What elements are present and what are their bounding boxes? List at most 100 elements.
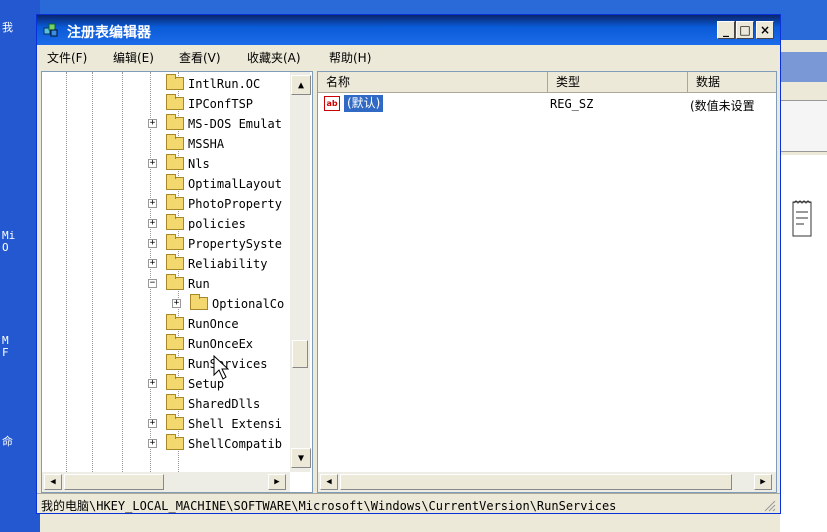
tree-item[interactable]: + PhotoProperty — [42, 194, 302, 214]
expand-icon[interactable]: + — [172, 299, 181, 308]
tree-item[interactable]: RunOnce — [42, 314, 302, 334]
tree-item[interactable]: RunServices — [42, 354, 302, 374]
desktop-icon-strip: 我 Mi O M F 命 — [0, 0, 40, 532]
expand-icon[interactable]: + — [148, 199, 157, 208]
tree-horizontal-scrollbar[interactable]: ◀ ▶ — [42, 472, 290, 492]
value-data: (数值未设置 — [690, 99, 755, 113]
folder-icon — [190, 294, 208, 310]
folder-icon — [166, 334, 184, 350]
registry-editor-window: 注册表编辑器 _ □ × 文件(F) 编辑(E) 查看(V) 收藏夹(A) 帮助… — [36, 14, 781, 514]
tree-item-label: Run — [188, 277, 210, 291]
key-tree-pane[interactable]: IntlRun.OC IPConfTSP + MS-DOS Emulat MSSHA + N… — [41, 71, 313, 493]
scroll-down-icon[interactable]: ▼ — [291, 448, 311, 468]
tree-item[interactable]: + Shell Extensi — [42, 414, 302, 434]
maximize-button[interactable]: □ — [736, 21, 754, 39]
tree-item-label: OptionalCo — [212, 297, 285, 311]
tree-item[interactable]: + Reliability — [42, 254, 302, 274]
string-value-icon: ab — [324, 96, 340, 111]
expand-icon[interactable]: + — [148, 239, 157, 248]
desktop-label-2[interactable]: Mi O — [2, 230, 15, 254]
menu-file[interactable]: 文件(F) — [47, 49, 87, 66]
value-type: REG_SZ — [550, 97, 594, 111]
tree-item[interactable]: IntlRun.OC — [42, 74, 302, 94]
expand-icon[interactable]: + — [148, 379, 157, 388]
tree-item-label: PropertySyste — [188, 237, 282, 251]
desktop-label-4[interactable]: 命 — [2, 436, 13, 448]
value-list-pane[interactable]: 名称 类型 数据 ab (默认) REG_SZ (数值未设置 ◀ ▶ — [317, 71, 777, 493]
scroll-right-icon[interactable]: ▶ — [754, 474, 772, 490]
tree-item[interactable]: + Nls — [42, 154, 302, 174]
column-name-header[interactable]: 名称 — [318, 72, 548, 92]
expand-icon[interactable]: + — [148, 419, 157, 428]
menu-favorites[interactable]: 收藏夹(A) — [247, 49, 301, 66]
tree-hscroll-thumb[interactable] — [64, 474, 164, 490]
tree-item[interactable]: OptimalLayout — [42, 174, 302, 194]
notepad-icon[interactable] — [790, 198, 814, 240]
menu-view[interactable]: 查看(V) — [179, 49, 221, 66]
tree-item[interactable]: + PropertySyste — [42, 234, 302, 254]
scroll-up-icon[interactable]: ▲ — [291, 75, 311, 95]
folder-icon — [166, 194, 184, 210]
tree-item[interactable]: SharedDlls — [42, 394, 302, 414]
background-window-toolbar — [780, 100, 827, 152]
tree-item-label: RunOnceEx — [188, 337, 254, 351]
column-type-header[interactable]: 类型 — [548, 72, 688, 92]
tree-item[interactable]: + policies — [42, 214, 302, 234]
tree-item-label: Reliability — [188, 257, 268, 271]
tree-item-label: ShellCompatib — [188, 437, 282, 451]
tree-item[interactable]: RunOnceEx — [42, 334, 302, 354]
folder-icon — [166, 274, 184, 290]
column-data-header[interactable]: 数据 — [688, 72, 776, 92]
folder-icon — [166, 214, 184, 230]
tree-item-label: OptimalLayout — [188, 177, 282, 191]
menu-edit[interactable]: 编辑(E) — [113, 49, 154, 66]
tree-item[interactable]: + OptionalCo — [42, 294, 302, 314]
folder-icon — [166, 94, 184, 110]
tree-item-label: PhotoProperty — [188, 197, 282, 211]
tree-item[interactable]: IPConfTSP — [42, 94, 302, 114]
folder-icon — [166, 354, 184, 370]
mouse-cursor-icon — [213, 355, 229, 380]
tree-item[interactable]: + MS-DOS Emulat — [42, 114, 302, 134]
expand-icon[interactable]: + — [148, 259, 157, 268]
title-bar[interactable]: 注册表编辑器 _ □ × — [37, 15, 780, 45]
tree-item-label: SharedDlls — [188, 397, 261, 411]
tree-vertical-scrollbar[interactable]: ▲ ▼ — [290, 72, 311, 472]
menu-bar: 文件(F) 编辑(E) 查看(V) 收藏夹(A) 帮助(H) — [37, 45, 780, 67]
list-hscroll-thumb[interactable] — [340, 474, 732, 490]
tree-item[interactable]: + ShellCompatib — [42, 434, 302, 454]
expand-icon[interactable]: + — [148, 439, 157, 448]
tree-scroll-thumb[interactable] — [292, 340, 308, 368]
list-horizontal-scrollbar[interactable]: ◀ ▶ — [318, 472, 776, 492]
expand-icon[interactable]: + — [148, 159, 157, 168]
value-name[interactable]: (默认) — [344, 95, 384, 112]
tree-item-label: policies — [188, 217, 246, 231]
scroll-left-icon[interactable]: ◀ — [320, 474, 338, 490]
regedit-icon — [43, 23, 58, 37]
folder-icon — [166, 74, 184, 90]
status-path: 我的电脑\HKEY_LOCAL_MACHINE\SOFTWARE\Microso… — [41, 499, 617, 513]
tree-item[interactable]: MSSHA — [42, 134, 302, 154]
folder-icon — [166, 374, 184, 390]
scroll-left-icon[interactable]: ◀ — [44, 474, 62, 490]
tree-item[interactable]: + Setup — [42, 374, 302, 394]
desktop-label-3[interactable]: M F — [2, 335, 9, 359]
minimize-button[interactable]: _ — [717, 21, 735, 39]
folder-icon — [166, 314, 184, 330]
folder-icon — [166, 234, 184, 250]
background-window-band — [780, 52, 827, 82]
expand-icon[interactable]: + — [148, 119, 157, 128]
resize-grip-icon[interactable] — [764, 500, 776, 512]
close-button[interactable]: × — [756, 21, 774, 39]
menu-help[interactable]: 帮助(H) — [329, 49, 371, 66]
scroll-right-icon[interactable]: ▶ — [268, 474, 286, 490]
tree-item[interactable]: − Run — [42, 274, 302, 294]
tree-item-label: RunOnce — [188, 317, 239, 331]
collapse-icon[interactable]: − — [148, 279, 157, 288]
folder-icon — [166, 434, 184, 450]
list-item[interactable]: ab (默认) REG_SZ (数值未设置 — [318, 94, 776, 114]
desktop-label-1[interactable]: 我 — [2, 22, 13, 34]
window-title: 注册表编辑器 — [67, 25, 151, 41]
folder-icon — [166, 154, 184, 170]
expand-icon[interactable]: + — [148, 219, 157, 228]
